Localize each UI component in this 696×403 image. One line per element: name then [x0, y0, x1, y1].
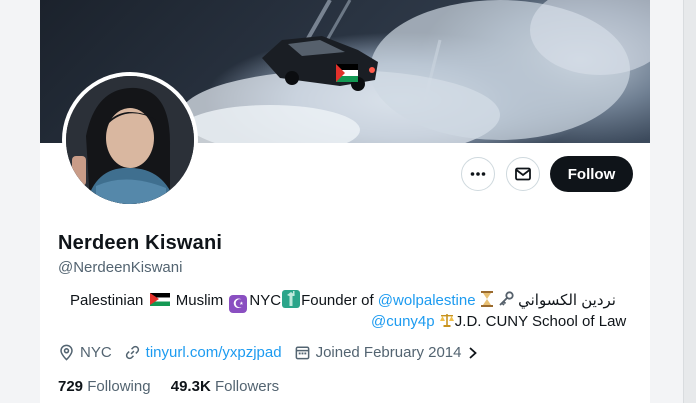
profile-card: Follow Nerdeen Kiswani @NerdeenKiswani P… [40, 0, 650, 403]
profile-handle: @NerdeenKiswani [58, 259, 183, 276]
followers-link[interactable]: 49.3K Followers [171, 378, 279, 395]
bio-text-founder: Founder of [301, 292, 374, 309]
message-button[interactable] [506, 157, 540, 191]
website-link[interactable]: tinyurl.com/yxpzjpad [146, 344, 282, 361]
palestine-flag-icon [149, 293, 170, 306]
followers-count: 49.3K [170, 378, 211, 395]
bio-arabic-name: نردين الكسواني [518, 292, 616, 309]
following-count: 729 [58, 378, 84, 395]
bio-text-muslim: Muslim [175, 292, 224, 309]
scrollbar[interactable] [683, 0, 696, 403]
envelope-icon [515, 167, 531, 181]
profile-meta: NYC tinyurl.com/yxpzjpad Joined February… [58, 344, 496, 361]
profile-avatar[interactable] [62, 72, 198, 208]
mention-cuny4p-link[interactable]: @cuny4p [371, 313, 435, 330]
joined-item[interactable]: Joined February 2014 [294, 344, 484, 361]
bio-text-palestinian: Palestinian [70, 292, 144, 309]
following-link[interactable]: 729 Following [58, 378, 151, 395]
hourglass-icon [480, 291, 494, 311]
crescent-icon: ☪ [229, 295, 248, 313]
chevron-right-icon [468, 346, 477, 359]
bio-line-2: @cuny4p J.D. CUNY School of Law [371, 312, 626, 332]
joined-text: Joined February 2014 [315, 344, 462, 361]
mention-wolpalestine-link[interactable]: @wolpalestine [378, 292, 476, 309]
follow-button[interactable]: Follow [550, 156, 633, 192]
avatar-photo [66, 76, 194, 204]
key-icon [498, 291, 514, 311]
scales-icon [439, 312, 455, 332]
left-page-gutter [0, 0, 40, 403]
statue-of-liberty-icon [282, 290, 301, 308]
link-icon [125, 345, 139, 360]
location-text: NYC [80, 344, 112, 361]
more-options-button[interactable] [461, 157, 495, 191]
profile-name: Nerdeen Kiswani [58, 232, 223, 254]
website-item: tinyurl.com/yxpzjpad [124, 344, 282, 361]
bio-text-cuny-law: J.D. CUNY School of Law [454, 313, 627, 330]
more-icon [470, 172, 486, 176]
follow-stats: 729 Following 49.3K Followers [58, 378, 279, 395]
right-page-gutter [650, 0, 696, 403]
location-item: NYC [58, 344, 112, 361]
calendar-icon [295, 346, 309, 360]
bio-text-nyc: NYC [249, 292, 282, 309]
bio-line-1: Palestinian Muslim ☪ NYC Founder of @wolpa… [70, 290, 616, 313]
following-label: Following [87, 378, 151, 395]
followers-label: Followers [214, 378, 280, 395]
location-pin-icon [60, 344, 73, 361]
